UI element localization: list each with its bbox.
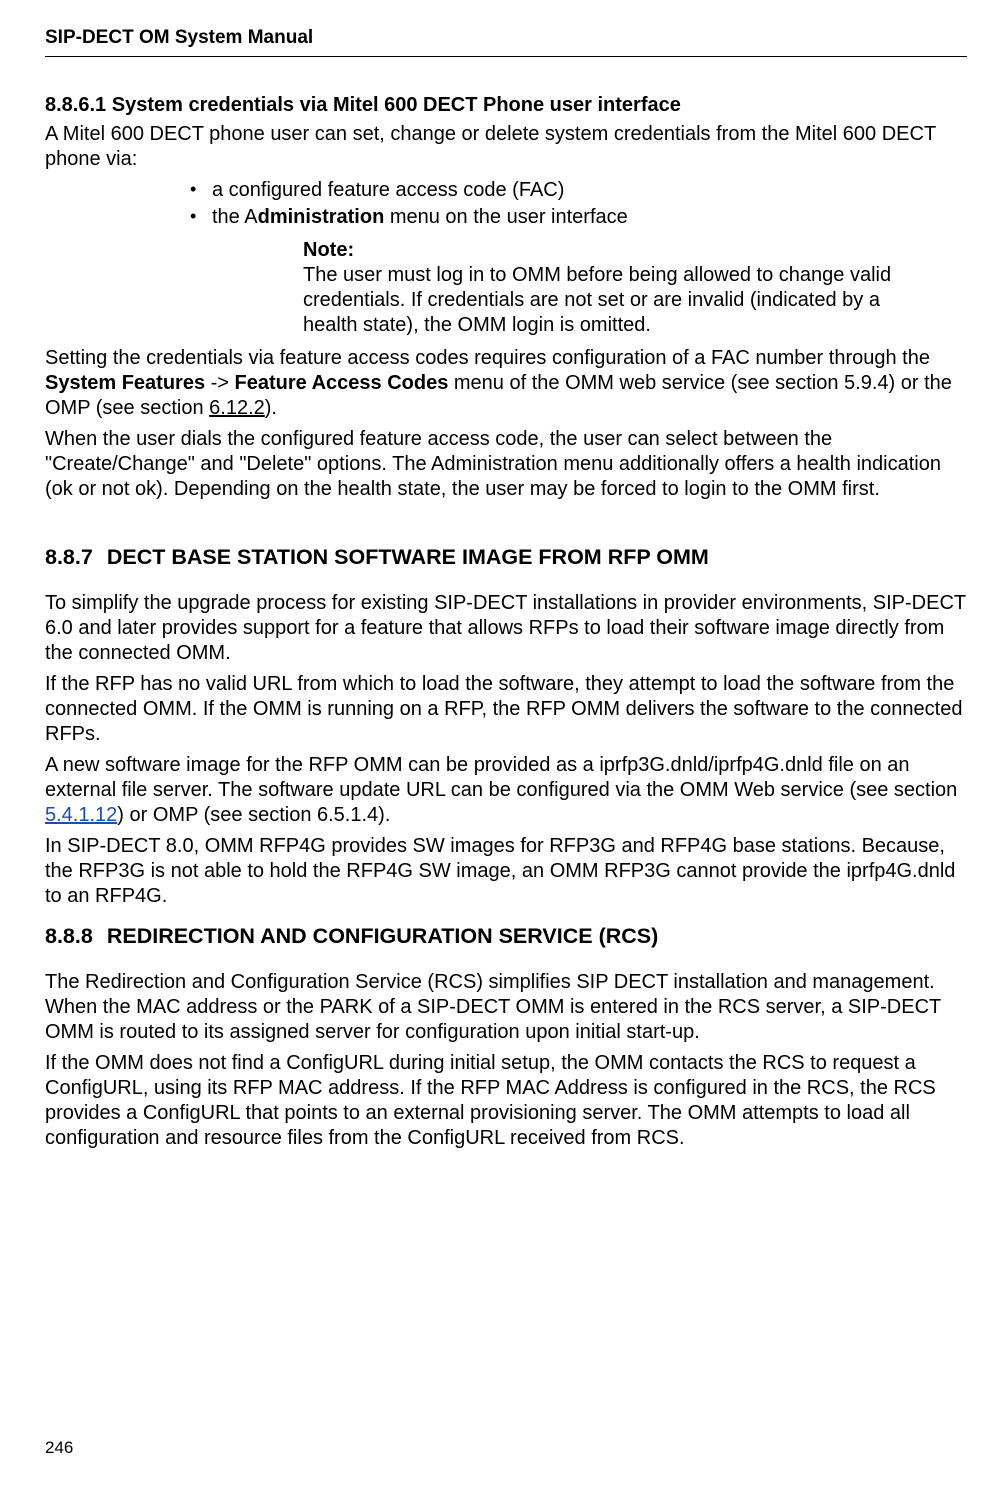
heading-text: REDIRECTION AND CONFIGURATION SERVICE (R… (107, 924, 658, 948)
list-item: a configured feature access code (FAC) (190, 178, 967, 203)
body-text: If the OMM does not find a ConfigURL dur… (45, 1051, 967, 1151)
heading-number: 8.8.6.1 (45, 94, 106, 116)
body-text: Setting the credentials via feature acce… (45, 346, 967, 421)
text-run: A new software image for the RFP OMM can… (45, 754, 957, 801)
heading-8-8-7: 8.8.7 DECT BASE STATION SOFTWARE IMAGE FR… (45, 544, 967, 571)
heading-number: 8.8.8 (45, 923, 93, 950)
body-text: To simplify the upgrade process for exis… (45, 591, 967, 666)
heading-8-8-6-1: 8.8.6.1 System credentials via Mitel 600… (45, 93, 967, 118)
page-number: 246 (45, 1437, 73, 1458)
body-text: A new software image for the RFP OMM can… (45, 753, 967, 828)
body-text: In SIP-DECT 8.0, OMM RFP4G provides SW i… (45, 834, 967, 909)
text-run: -> (205, 372, 234, 394)
body-text: When the user dials the configured featu… (45, 427, 967, 502)
list-item-text: menu on the user interface (384, 206, 627, 228)
body-text: A Mitel 600 DECT phone user can set, cha… (45, 122, 967, 172)
text-run: ). (265, 397, 277, 419)
heading-text: DECT BASE STATION SOFTWARE IMAGE FROM RF… (107, 545, 709, 569)
bullet-list: a configured feature access code (FAC) t… (45, 178, 967, 230)
list-item-text: a configured feature access code (FAC) (212, 179, 564, 201)
cross-reference: 6.12.2 (209, 397, 265, 419)
list-item-text: the A (212, 206, 258, 228)
section-link[interactable]: 5.4.1.12 (45, 804, 117, 826)
body-text: The Redirection and Configuration Servic… (45, 970, 967, 1045)
body-text: If the RFP has no valid URL from which t… (45, 672, 967, 747)
header-rule (45, 56, 967, 57)
list-item: the Administration menu on the user inte… (190, 205, 967, 230)
heading-8-8-8: 8.8.8 REDIRECTION AND CONFIGURATION SERVI… (45, 923, 967, 950)
text-bold: System Features (45, 372, 205, 394)
text-run: ) or OMP (see section 6.5.1.4). (117, 804, 390, 826)
heading-number: 8.8.7 (45, 544, 93, 571)
note-body: The user must log in to OMM before being… (303, 263, 923, 338)
note-block: Note: The user must log in to OMM before… (45, 238, 967, 338)
text-run: Setting the credentials via feature acce… (45, 347, 930, 369)
text-bold: Feature Access Codes (235, 372, 449, 394)
running-header: SIP-DECT OM System Manual (45, 26, 967, 50)
page: SIP-DECT OM System Manual 8.8.6.1 System… (0, 0, 1002, 1492)
note-label: Note: (303, 238, 375, 263)
heading-text: System credentials via Mitel 600 DECT Ph… (112, 94, 681, 116)
list-item-bold: dministration (258, 206, 385, 228)
